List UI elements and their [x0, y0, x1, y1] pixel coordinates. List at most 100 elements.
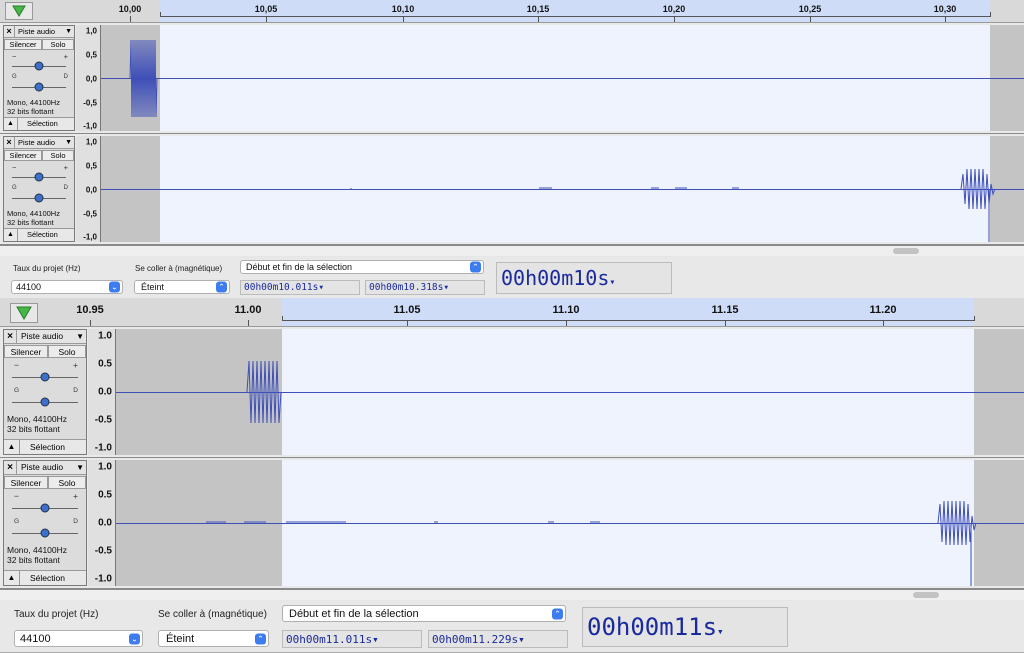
y-axis-label: 0.0: [98, 517, 112, 529]
gain-slider-knob[interactable]: [34, 172, 44, 182]
track-control-panel: × Piste audio ▼ Silencer Solo − + G D Mo…: [3, 460, 87, 586]
waveform-area[interactable]: [101, 136, 1024, 242]
ruler-tick-label: 11.10: [552, 304, 580, 316]
gain-minus-label: −: [12, 52, 17, 61]
close-icon[interactable]: ×: [4, 137, 15, 148]
gain-plus-label: +: [73, 491, 78, 501]
selection-bracket[interactable]: [160, 12, 991, 17]
selection-mode-select[interactable]: Début et fin de la sélection ⌃: [240, 260, 484, 274]
chevron-updown-icon: ⌃: [552, 608, 563, 619]
scrollbar-thumb[interactable]: [893, 248, 919, 254]
horizontal-scrollbar[interactable]: [0, 590, 1024, 600]
pan-slider[interactable]: [12, 193, 66, 203]
gain-plus-label: +: [73, 360, 78, 370]
project-rate-select[interactable]: 44100 ⌄: [14, 630, 143, 647]
solo-button[interactable]: Solo: [48, 476, 86, 489]
project-rate-value: 44100: [16, 282, 42, 292]
pan-slider-knob[interactable]: [34, 82, 44, 92]
track-title-bar[interactable]: × Piste audio ▼: [4, 26, 74, 38]
timeline-ruler[interactable]: 10,00 10,05 10,10 10,15 10,20 10,25 10,3…: [0, 0, 1024, 23]
solo-button[interactable]: Solo: [42, 150, 74, 161]
select-track-button[interactable]: ▲ Sélection: [4, 228, 74, 241]
y-axis-label: 1.0: [98, 461, 112, 473]
track-name[interactable]: Piste audio: [21, 330, 63, 343]
selection-bracket[interactable]: [282, 316, 975, 321]
track-name[interactable]: Piste audio: [21, 461, 63, 474]
waveform-area[interactable]: [116, 460, 1024, 586]
start-time-value: 00h00m10.011s: [244, 282, 319, 293]
waveform-area[interactable]: [116, 329, 1024, 455]
audio-position-time[interactable]: 00h00m10s▾: [496, 262, 672, 294]
selection-start-time[interactable]: 00h00m11.011s▾: [282, 630, 422, 648]
snap-label: Se coller à (magnétique): [135, 264, 223, 273]
solo-button[interactable]: Solo: [42, 39, 74, 50]
ruler-tick: [566, 320, 567, 326]
waveform-burst: [246, 360, 282, 424]
pan-slider-knob[interactable]: [34, 193, 44, 203]
pan-slider[interactable]: [12, 82, 66, 92]
ruler-tick: [674, 16, 675, 22]
track-name[interactable]: Piste audio: [18, 137, 55, 148]
timeline-menu-button[interactable]: [5, 2, 33, 20]
select-track-button[interactable]: ▲ Sélection: [4, 117, 74, 130]
pan-slider[interactable]: [12, 397, 78, 407]
triangle-up-icon[interactable]: ▲: [4, 229, 18, 241]
close-icon[interactable]: ×: [4, 26, 15, 37]
pan-slider[interactable]: [12, 528, 78, 538]
selection-mode-select[interactable]: Début et fin de la sélection ⌃: [282, 605, 566, 622]
audio-position-time[interactable]: 00h00m11s▾: [582, 607, 788, 647]
close-icon[interactable]: ×: [4, 461, 17, 474]
selection-start-time[interactable]: 00h00m10.011s▾: [240, 280, 360, 295]
mute-button[interactable]: Silencer: [4, 345, 48, 358]
timeline-menu-button[interactable]: [10, 303, 38, 323]
gain-plus-label: +: [63, 163, 68, 172]
track-name[interactable]: Piste audio: [18, 26, 55, 37]
pan-left-label: G: [12, 74, 17, 80]
triangle-up-icon[interactable]: ▲: [4, 118, 18, 130]
select-track-button[interactable]: ▲ Sélection: [4, 439, 86, 454]
gain-slider-knob[interactable]: [40, 372, 50, 382]
horizontal-scrollbar[interactable]: [0, 246, 1024, 256]
selection-end-time[interactable]: 00h00m11.229s▾: [428, 630, 568, 648]
track-title-bar[interactable]: × Piste audio ▼: [4, 330, 86, 344]
snap-select[interactable]: Éteint ⌃: [134, 280, 230, 294]
pan-slider-knob[interactable]: [40, 397, 50, 407]
triangle-down-icon[interactable]: ▼: [76, 330, 84, 343]
y-axis-label: 0,0: [85, 74, 97, 84]
gain-slider-knob[interactable]: [40, 503, 50, 513]
y-axis-label: 0,0: [85, 185, 97, 195]
gain-slider[interactable]: [12, 61, 66, 71]
select-track-button[interactable]: ▲ Sélection: [4, 570, 86, 585]
gain-slider[interactable]: [12, 372, 78, 382]
track-title-bar[interactable]: × Piste audio ▼: [4, 137, 74, 149]
snap-select[interactable]: Éteint ⌃: [158, 630, 269, 647]
triangle-down-icon[interactable]: ▼: [76, 461, 84, 474]
timeline-ruler[interactable]: 10.95 11.00 11.05 11.10 11.15 11.20: [0, 298, 1024, 327]
vertical-ruler[interactable]: 1.0 0.5 0.0 -0.5 -1.0: [88, 329, 116, 455]
waveform-graph: [129, 39, 158, 118]
triangle-down-icon[interactable]: ▼: [65, 137, 72, 148]
gain-slider[interactable]: [12, 172, 66, 182]
audio-track: × Piste audio ▼ Silencer Solo − + G D Mo…: [0, 458, 1024, 590]
vertical-ruler[interactable]: 1.0 0.5 0.0 -0.5 -1.0: [88, 460, 116, 586]
waveform-area[interactable]: [101, 25, 1024, 131]
track-title-bar[interactable]: × Piste audio ▼: [4, 461, 86, 475]
mute-button[interactable]: Silencer: [4, 476, 48, 489]
mute-button[interactable]: Silencer: [4, 39, 42, 50]
pan-right-label: D: [73, 518, 78, 525]
vertical-ruler[interactable]: 1,0 0,5 0,0 -0,5 -1,0: [76, 136, 101, 242]
triangle-down-icon[interactable]: ▼: [65, 26, 72, 37]
project-rate-select[interactable]: 44100 ⌄: [11, 280, 123, 294]
vertical-ruler[interactable]: 1,0 0,5 0,0 -0,5 -1,0: [76, 25, 101, 131]
mute-button[interactable]: Silencer: [4, 150, 42, 161]
pan-slider-knob[interactable]: [40, 528, 50, 538]
ruler-tick-label: 11.00: [234, 304, 262, 316]
gain-slider[interactable]: [12, 503, 78, 513]
triangle-up-icon[interactable]: ▲: [4, 440, 20, 454]
triangle-up-icon[interactable]: ▲: [4, 571, 20, 585]
gain-slider-knob[interactable]: [34, 61, 44, 71]
selection-end-time[interactable]: 00h00m10.318s▾: [365, 280, 485, 295]
close-icon[interactable]: ×: [4, 330, 17, 343]
solo-button[interactable]: Solo: [48, 345, 86, 358]
scrollbar-thumb[interactable]: [913, 592, 939, 598]
